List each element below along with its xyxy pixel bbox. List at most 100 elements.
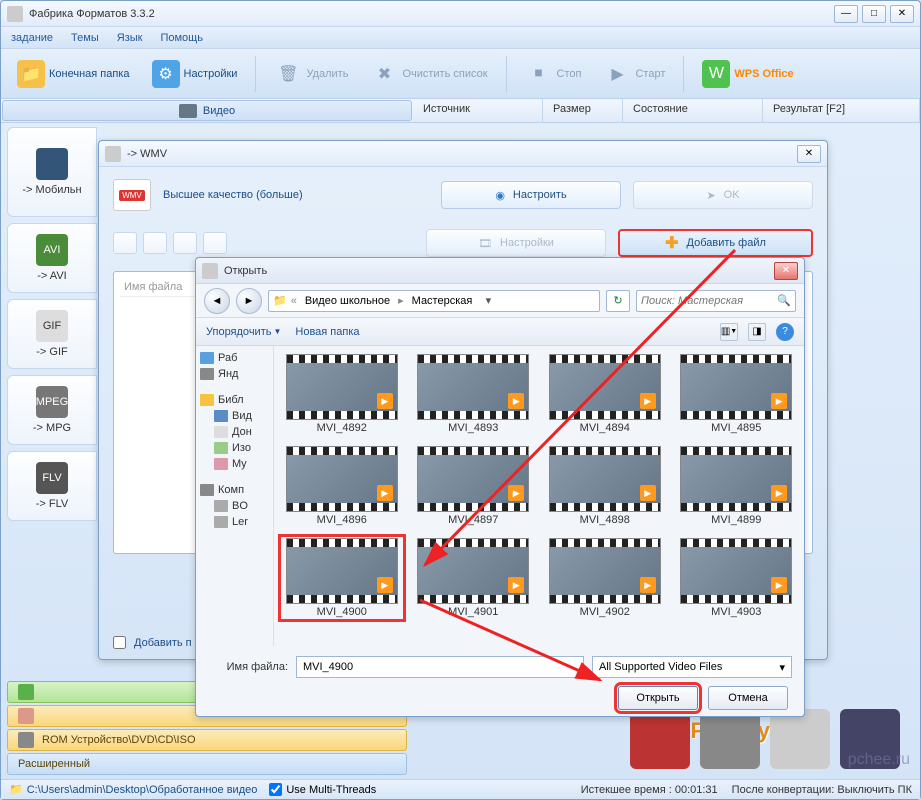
file-item[interactable]: ▶MVI_4892	[280, 352, 404, 436]
gear-icon: ⚙	[152, 60, 180, 88]
file-item[interactable]: ▶MVI_4903	[675, 536, 799, 620]
side-gif[interactable]: GIF-> GIF	[7, 299, 97, 369]
tree-libraries[interactable]: Библ	[198, 392, 271, 408]
col-size[interactable]: Размер	[543, 99, 623, 122]
file-item[interactable]: ▶MVI_4896	[280, 444, 404, 528]
quality-label[interactable]: Высшее качество (больше)	[163, 189, 429, 201]
refresh-button[interactable]: ↻	[606, 290, 630, 312]
video-thumbnail: ▶	[549, 354, 661, 420]
video-thumbnail: ▶	[417, 538, 529, 604]
side-mpg[interactable]: MPEG-> MPG	[7, 375, 97, 445]
back-button[interactable]: ◄	[204, 288, 230, 314]
new-folder-button[interactable]: Новая папка	[295, 326, 359, 338]
wps-button[interactable]: WWPS Office	[694, 56, 801, 92]
tab-video[interactable]: Видео	[2, 100, 412, 121]
preview-pane-button[interactable]: ◨	[748, 323, 766, 341]
search-box[interactable]: 🔍	[636, 290, 796, 312]
watermark: pchee.ru	[848, 751, 910, 769]
tree-yandex[interactable]: Янд	[198, 366, 271, 382]
fd-title: Открыть	[224, 265, 774, 277]
tree-videos[interactable]: Вид	[198, 408, 271, 424]
play-badge-icon: ▶	[508, 485, 524, 501]
forward-button[interactable]: ►	[236, 288, 262, 314]
file-item[interactable]: ▶MVI_4893	[412, 352, 536, 436]
phone-icon	[36, 148, 68, 180]
settings-button[interactable]: ⚙Настройки	[144, 56, 246, 92]
dest-folder-button[interactable]: 📁Конечная папка	[9, 56, 138, 92]
view-mode-button[interactable]: ▥▼	[720, 323, 738, 341]
cancel-button[interactable]: Отмена	[708, 686, 788, 710]
mini-info-button[interactable]	[203, 232, 227, 254]
add-folder-checkbox[interactable]	[113, 636, 126, 649]
tree-desktop[interactable]: Раб	[198, 350, 271, 366]
multithreads-checkbox[interactable]	[269, 783, 282, 796]
chevron-down-icon[interactable]: ▾	[480, 294, 496, 307]
file-item[interactable]: ▶MVI_4897	[412, 444, 536, 528]
output-path[interactable]: C:\Users\admin\Desktop\Обработанное виде…	[27, 784, 258, 796]
separator	[255, 56, 256, 92]
file-item[interactable]: ▶MVI_4900	[280, 536, 404, 620]
clear-button[interactable]: ✖Очистить список	[362, 56, 495, 92]
open-button[interactable]: Открыть	[618, 686, 698, 710]
file-item[interactable]: ▶MVI_4899	[675, 444, 799, 528]
file-item[interactable]: ▶MVI_4895	[675, 352, 799, 436]
minimize-button[interactable]: —	[834, 5, 858, 23]
side-avi[interactable]: AVI-> AVI	[7, 223, 97, 293]
wmv-settings-button[interactable]: 🎞Настройки	[426, 229, 606, 257]
wmv-close-button[interactable]: ✕	[797, 145, 821, 163]
tab-rom[interactable]: ROM Устройство\DVD\CD\ISO	[7, 729, 407, 751]
delete-button[interactable]: 🗑Удалить	[266, 56, 356, 92]
mini-remove-button[interactable]	[113, 232, 137, 254]
fd-footer: Имя файла: All Supported Video Files▾ От…	[196, 646, 804, 720]
menu-themes[interactable]: Темы	[71, 32, 99, 44]
help-icon[interactable]: ?	[776, 323, 794, 341]
menu-help[interactable]: Помощь	[160, 32, 203, 44]
play-badge-icon: ▶	[377, 485, 393, 501]
crumb-1[interactable]: Видео школьное	[301, 295, 394, 307]
file-item[interactable]: ▶MVI_4894	[543, 352, 667, 436]
ok-button[interactable]: ➤OK	[633, 181, 813, 209]
separator	[506, 56, 507, 92]
breadcrumb[interactable]: 📁 « Видео школьное ▸ Мастерская ▾	[268, 290, 600, 312]
fd-app-icon	[202, 263, 218, 279]
play-badge-icon: ▶	[640, 577, 656, 593]
search-input[interactable]	[641, 295, 791, 307]
file-item[interactable]: ▶MVI_4901	[412, 536, 536, 620]
maximize-button[interactable]: □	[862, 5, 886, 23]
mini-toolbar	[113, 232, 227, 254]
stop-icon: ⏹	[525, 60, 553, 88]
col-source[interactable]: Источник	[413, 99, 543, 122]
tree-computer[interactable]: Комп	[198, 482, 271, 498]
organize-menu[interactable]: Упорядочить▼	[206, 326, 281, 338]
side-mobile[interactable]: -> Мобильн	[7, 127, 97, 217]
stop-button[interactable]: ⏹Стоп	[517, 56, 590, 92]
tree-docs[interactable]: Дон	[198, 424, 271, 440]
mini-play-button[interactable]	[173, 232, 197, 254]
file-item[interactable]: ▶MVI_4898	[543, 444, 667, 528]
col-state[interactable]: Состояние	[623, 99, 763, 122]
folder-tree: Раб Янд Библ Вид Дон Изо My Комп BO Ler	[196, 346, 274, 646]
tab-advanced[interactable]: Расширенный	[7, 753, 407, 775]
mini-clear-button[interactable]	[143, 232, 167, 254]
tree-images[interactable]: Изо	[198, 440, 271, 456]
crumb-2[interactable]: Мастерская	[408, 295, 477, 307]
filename-input[interactable]	[296, 656, 584, 678]
tree-ler[interactable]: Ler	[198, 514, 271, 530]
configure-button[interactable]: ◉Настроить	[441, 181, 621, 209]
side-flv[interactable]: FLV-> FLV	[7, 451, 97, 521]
file-item[interactable]: ▶MVI_4902	[543, 536, 667, 620]
filetype-combo[interactable]: All Supported Video Files▾	[592, 656, 792, 678]
tree-music[interactable]: My	[198, 456, 271, 472]
col-result[interactable]: Результат [F2]	[763, 99, 920, 122]
play-icon: ▶	[603, 60, 631, 88]
close-button[interactable]: ✕	[890, 5, 914, 23]
menu-task[interactable]: задание	[11, 32, 53, 44]
film-icon: 🎞	[478, 237, 492, 250]
fd-close-button[interactable]: ✕	[774, 262, 798, 280]
menu-lang[interactable]: Язык	[117, 32, 143, 44]
wmv-format-icon: WMV	[113, 179, 151, 211]
start-button[interactable]: ▶Старт	[595, 56, 673, 92]
tree-bo[interactable]: BO	[198, 498, 271, 514]
folder-small-icon: 📁	[9, 783, 23, 796]
add-file-button[interactable]: ✚Добавить файл	[618, 229, 813, 257]
